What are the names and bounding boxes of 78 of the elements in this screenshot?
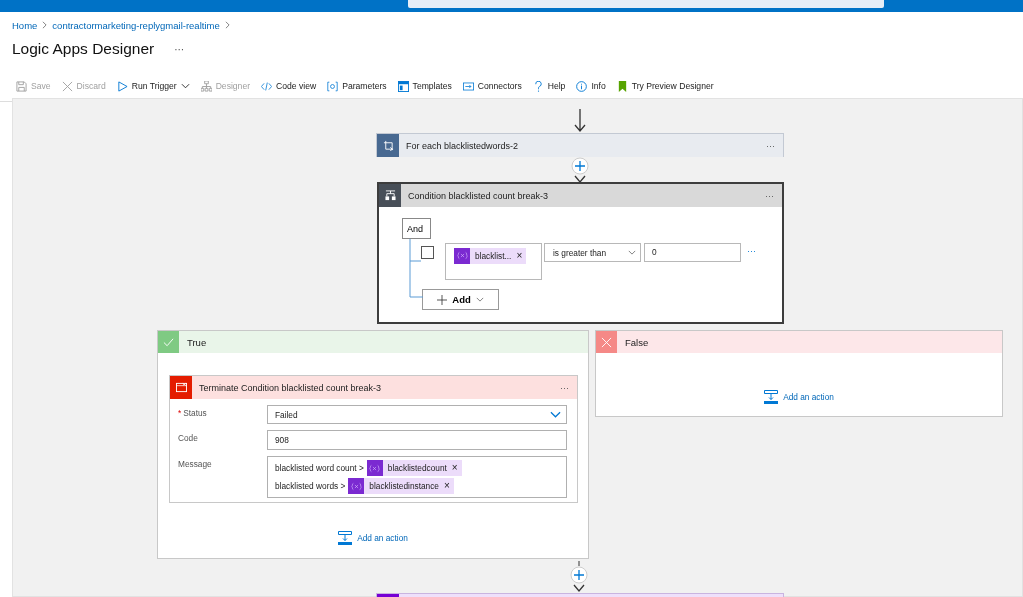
group-operator-dropdown[interactable]: And bbox=[402, 218, 431, 239]
toolbar-button[interactable]: Templates bbox=[397, 80, 452, 92]
caret-icon bbox=[628, 250, 636, 255]
value-field[interactable]: blacklist... × bbox=[445, 243, 542, 280]
code-field[interactable]: 908 bbox=[267, 430, 567, 450]
add-action-button[interactable]: Add an action bbox=[338, 531, 408, 545]
field-label: Code bbox=[178, 432, 199, 443]
condition-icon bbox=[384, 190, 396, 201]
card-title: Terminate Condition blacklisted count break-3 bbox=[198, 382, 383, 393]
add-step-connector[interactable] bbox=[570, 156, 590, 184]
variable-icon bbox=[456, 251, 468, 260]
caret-icon bbox=[550, 411, 561, 418]
field-label: Message bbox=[178, 458, 213, 469]
more-button[interactable]: ··· bbox=[757, 190, 782, 201]
message-text: blacklisted words > bbox=[275, 481, 346, 491]
caret-icon bbox=[475, 297, 484, 302]
for-each-card[interactable]: For each blacklistedwords-2 ··· bbox=[376, 133, 784, 157]
play-icon bbox=[116, 80, 128, 92]
check-icon bbox=[163, 336, 174, 348]
terminate-icon bbox=[175, 382, 187, 393]
token-chip[interactable]: blacklistedcount × bbox=[366, 460, 462, 476]
toolbar-button[interactable]: Try Preview Designer bbox=[616, 80, 714, 92]
arrow-connector bbox=[574, 109, 586, 133]
field-label: * Status bbox=[178, 407, 208, 418]
toolbar-button[interactable]: Code view bbox=[261, 80, 317, 92]
breadcrumb-link[interactable]: Home bbox=[12, 19, 38, 31]
breadcrumb-link[interactable]: contractormarketing-replygmail-realtime bbox=[52, 19, 220, 31]
close-icon bbox=[61, 80, 73, 92]
parameters-icon bbox=[327, 80, 339, 92]
connectors-icon bbox=[462, 80, 474, 92]
hierarchy-icon bbox=[200, 80, 212, 92]
caret-icon bbox=[180, 83, 190, 89]
code-icon bbox=[261, 80, 273, 92]
info-icon bbox=[576, 80, 588, 92]
message-text: blacklisted word count > bbox=[275, 463, 364, 473]
token-chip[interactable]: blacklistedinstance × bbox=[348, 478, 454, 494]
page-title: Logic Apps Designer bbox=[12, 40, 155, 58]
card-title: Condition blacklisted count break-3 bbox=[407, 190, 550, 201]
templates-icon bbox=[397, 80, 409, 92]
status-dropdown[interactable]: Failed bbox=[267, 405, 567, 424]
add-action-button[interactable]: Add an action bbox=[764, 390, 834, 404]
condition-card[interactable]: Condition blacklisted count break-3 ··· And blacklist... × is greater than 0 ··· Add bbox=[377, 182, 784, 324]
message-field[interactable]: blacklisted word count > blacklistedcount × blacklisted words > blacklistedinstance × bbox=[267, 456, 567, 498]
terminate-card[interactable]: Terminate Condition blacklisted count break-3 ··· * Status Failed Code 908 Message blacklisted word count > blacklistedcount × blacklisted words > blacklistedinstance × bbox=[169, 375, 578, 503]
branch-title: True bbox=[186, 336, 207, 348]
more-button[interactable]: ··· bbox=[747, 246, 756, 256]
add-button[interactable]: Add bbox=[422, 289, 499, 310]
card-title: For each blacklistedwords-2 bbox=[405, 140, 520, 151]
toolbar-button[interactable]: Info bbox=[576, 80, 606, 92]
add-action-icon bbox=[764, 390, 779, 404]
toolbar-button[interactable]: Run Trigger bbox=[116, 80, 190, 92]
toolbar-button[interactable]: Parameters bbox=[327, 80, 387, 92]
variable-icon bbox=[369, 463, 381, 473]
more-button[interactable]: ··· bbox=[552, 382, 577, 393]
variable-icon bbox=[350, 481, 362, 491]
remove-button[interactable]: × bbox=[516, 250, 527, 261]
chevron-icon bbox=[42, 21, 48, 29]
search-field[interactable] bbox=[408, 0, 884, 8]
add-action-icon bbox=[338, 531, 353, 545]
close-icon bbox=[601, 336, 612, 348]
operator-dropdown[interactable]: is greater than bbox=[544, 243, 641, 262]
value-field[interactable]: 0 bbox=[644, 243, 741, 262]
chevron-icon bbox=[224, 21, 230, 29]
more-button[interactable]: ··· bbox=[758, 140, 783, 151]
branch-title: False bbox=[624, 336, 649, 348]
help-icon bbox=[532, 80, 544, 92]
remove-button[interactable]: × bbox=[451, 463, 462, 473]
bookmark-icon bbox=[616, 80, 628, 92]
loop-icon bbox=[382, 140, 394, 151]
toolbar-button[interactable]: Help bbox=[532, 80, 566, 92]
checkbox[interactable] bbox=[421, 246, 434, 259]
token-chip[interactable]: blacklist... × bbox=[454, 247, 527, 264]
tree-lines bbox=[409, 239, 423, 299]
toolbar-button[interactable]: Connectors bbox=[462, 80, 522, 92]
remove-button[interactable]: × bbox=[443, 481, 454, 491]
plus-icon bbox=[437, 294, 448, 305]
save-icon bbox=[16, 80, 27, 92]
more-button[interactable]: ··· bbox=[174, 43, 185, 55]
